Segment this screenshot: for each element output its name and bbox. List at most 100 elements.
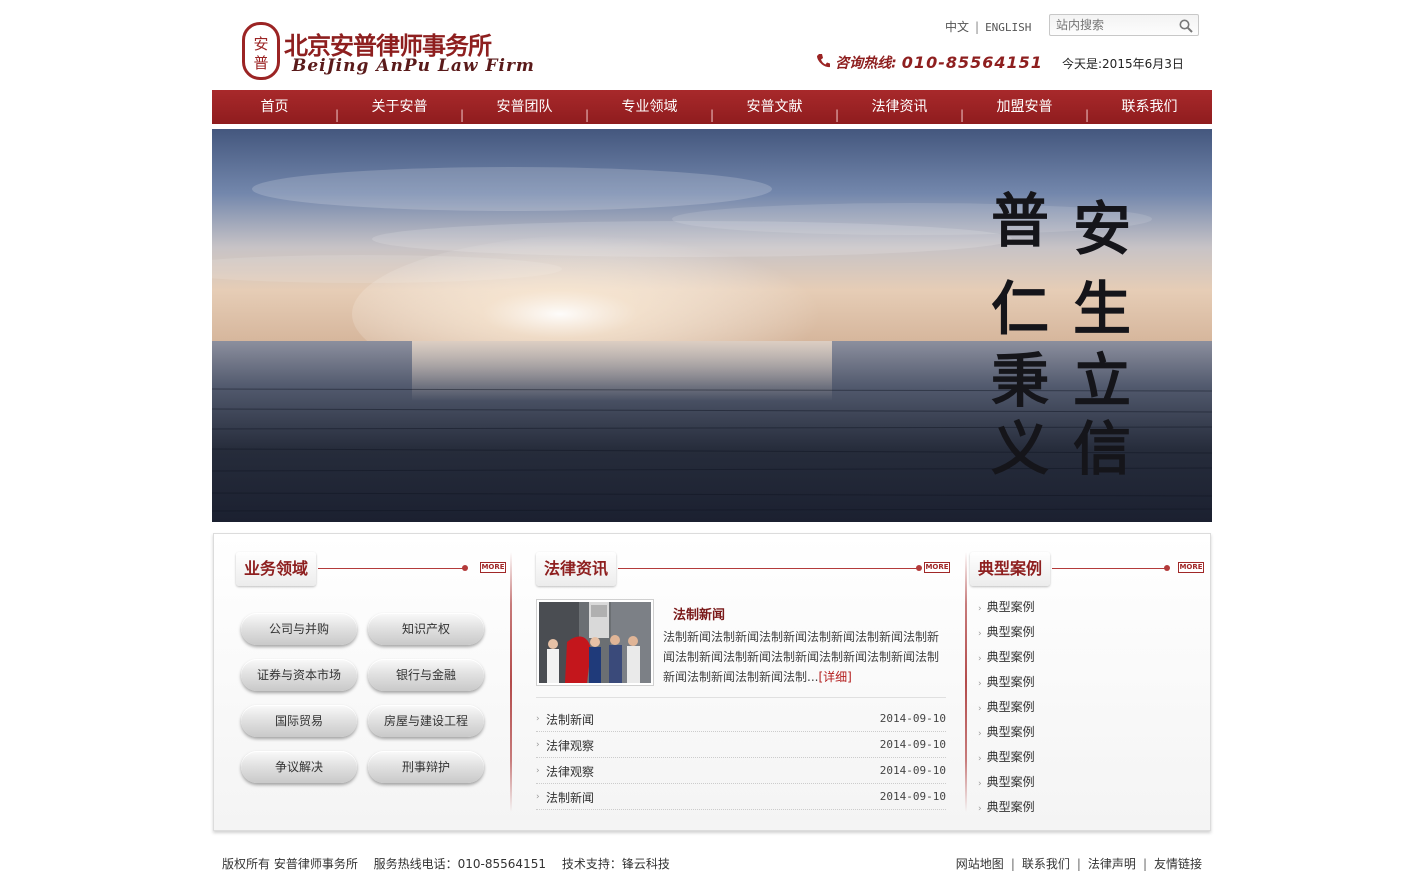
bullet-arrow-icon: › (978, 604, 982, 614)
featured-news-text: 法制新闻法制新闻法制新闻法制新闻法制新闻法制新闻法制新闻法制新闻法制新闻法制新闻… (663, 630, 940, 684)
practice-section-header: 业务领域 MORE (236, 552, 506, 586)
bullet-arrow-icon: › (978, 654, 982, 664)
lang-chinese-link[interactable]: 中文 (945, 20, 969, 34)
service-hotline-text: 服务热线电话：010-85564151 (373, 857, 546, 871)
footer-link-contact[interactable]: 联系我们 (1022, 857, 1070, 871)
practice-item[interactable]: 刑事辩护 (368, 751, 484, 783)
case-item[interactable]: › 典型案例 (978, 748, 1035, 765)
news-list-item[interactable]: › 法制新闻 2014-09-10 (536, 784, 946, 810)
nav-item-home[interactable]: 首页 | (212, 90, 340, 124)
header-rule (618, 568, 918, 569)
calligraphy-char: 义 (991, 415, 1049, 483)
practice-item[interactable]: 国际贸易 (241, 705, 357, 737)
bullet-arrow-icon: › (536, 714, 540, 724)
case-item[interactable]: › 典型案例 (978, 648, 1035, 665)
news-item-title[interactable]: 法律观察 (546, 737, 594, 754)
nav-label: 专业领域 (621, 99, 678, 115)
bullet-arrow-icon: › (978, 679, 982, 689)
case-item[interactable]: › 典型案例 (978, 673, 1035, 690)
header-rule (318, 568, 466, 569)
nav-label: 首页 (260, 99, 289, 115)
nav-item-contact[interactable]: 联系我们 (1087, 90, 1212, 124)
seal-char-2: 普 (253, 54, 268, 72)
hotline: 咨询热线: 010-85564151 (816, 52, 1043, 73)
site-logo[interactable]: 安 普 北京安普律师事务所 BeiJing AnPu Law Firm (242, 20, 534, 82)
lang-english-link[interactable]: ENGLISH (985, 21, 1031, 34)
case-item[interactable]: › 典型案例 (978, 723, 1035, 740)
header-rule (1052, 568, 1166, 569)
nav-item-legal-news[interactable]: 法律资讯 | (837, 90, 965, 124)
nav-label: 联系我们 (1121, 99, 1178, 115)
case-item[interactable]: › 典型案例 (978, 773, 1035, 790)
hero-banner: 普 仁 秉 义 安 生 立 信 (212, 129, 1212, 522)
case-item-label: 典型案例 (986, 650, 1035, 664)
nav-label: 安普文献 (746, 99, 803, 115)
column-divider (965, 552, 967, 812)
practice-item[interactable]: 知识产权 (368, 613, 484, 645)
nav-item-literature[interactable]: 安普文献 | (712, 90, 840, 124)
nav-item-join[interactable]: 加盟安普 | (962, 90, 1090, 124)
news-thumbnail[interactable] (536, 599, 654, 686)
seal-icon: 安 普 (242, 22, 280, 80)
nav-label: 安普团队 (496, 99, 553, 115)
case-item[interactable]: › 典型案例 (978, 798, 1035, 815)
news-divider (536, 697, 946, 698)
practice-item[interactable]: 证券与资本市场 (241, 659, 357, 691)
detail-link[interactable]: [详细] (818, 670, 851, 684)
practice-item[interactable]: 争议解决 (241, 751, 357, 783)
news-list-item[interactable]: › 法制新闻 2014-09-10 (536, 706, 946, 732)
news-item-date: 2014-09-10 (879, 764, 946, 777)
news-list-item[interactable]: › 法律观察 2014-09-10 (536, 732, 946, 758)
search-input[interactable] (1056, 17, 1174, 33)
bullet-arrow-icon: › (978, 779, 982, 789)
logo-english-name: BeiJing AnPu Law Firm (292, 56, 535, 76)
practice-item[interactable]: 银行与金融 (368, 659, 484, 691)
today-label: 今天是: (1062, 57, 1103, 71)
bullet-arrow-icon: › (978, 804, 982, 814)
case-item[interactable]: › 典型案例 (978, 623, 1035, 640)
news-list-item[interactable]: › 法律观察 2014-09-10 (536, 758, 946, 784)
news-item-date: 2014-09-10 (879, 790, 946, 803)
hotline-number: 010-85564151 (901, 53, 1043, 72)
calligraphy-char: 仁 (991, 275, 1049, 343)
cases-title: 典型案例 (970, 552, 1051, 586)
news-item-title[interactable]: 法律观察 (546, 763, 594, 780)
footer-links: 网站地图 | 联系我们 | 法律声明 | 友情链接 (955, 857, 1202, 871)
bullet-arrow-icon: › (978, 704, 982, 714)
nav-item-team[interactable]: 安普团队 | (462, 90, 590, 124)
footer-link-sitemap[interactable]: 网站地图 (956, 857, 1004, 871)
featured-news-title[interactable]: 法制新闻 (673, 604, 725, 623)
footer-info: 版权所有 安普律师事务所 服务热线电话：010-85564151 技术支持：锋云… (222, 855, 682, 872)
nav-label: 关于安普 (371, 99, 428, 115)
calligraphy-char: 信 (1073, 415, 1131, 483)
practice-more-button[interactable]: MORE (480, 562, 506, 573)
news-title: 法律资讯 (536, 552, 617, 586)
search-icon[interactable] (1178, 18, 1194, 34)
cases-more-button[interactable]: MORE (1178, 562, 1204, 573)
case-item-label: 典型案例 (986, 600, 1035, 614)
practice-item[interactable]: 房屋与建设工程 (368, 705, 484, 737)
featured-news-summary: 法制新闻法制新闻法制新闻法制新闻法制新闻法制新闻法制新闻法制新闻法制新闻法制新闻… (663, 627, 943, 687)
bullet-arrow-icon: › (978, 754, 982, 764)
nav-item-about[interactable]: 关于安普 | (337, 90, 465, 124)
footer-link-legal[interactable]: 法律声明 (1088, 857, 1136, 871)
nav-item-practice[interactable]: 专业领域 | (587, 90, 715, 124)
site-search (1049, 14, 1199, 36)
copyright-text: 版权所有 安普律师事务所 (222, 857, 358, 871)
case-item[interactable]: › 典型案例 (978, 698, 1035, 715)
case-item[interactable]: › 典型案例 (978, 598, 1035, 615)
practice-item[interactable]: 公司与并购 (241, 613, 357, 645)
phone-icon (816, 53, 830, 73)
hotline-label: 咨询热线: (835, 55, 897, 72)
news-item-title[interactable]: 法制新闻 (546, 789, 594, 806)
case-item-label: 典型案例 (986, 625, 1035, 639)
content-panel: 业务领域 MORE 公司与并购 知识产权 证券与资本市场 银行与金融 国际贸易 … (213, 533, 1211, 831)
news-item-title[interactable]: 法制新闻 (546, 711, 594, 728)
news-more-button[interactable]: MORE (924, 562, 950, 573)
bullet-arrow-icon: › (978, 729, 982, 739)
header-dot (916, 565, 922, 571)
news-photo (539, 602, 651, 683)
footer-link-friends[interactable]: 友情链接 (1154, 857, 1202, 871)
today-value: 2015年6月3日 (1102, 57, 1184, 71)
calligraphy-char: 安 (1073, 195, 1131, 263)
